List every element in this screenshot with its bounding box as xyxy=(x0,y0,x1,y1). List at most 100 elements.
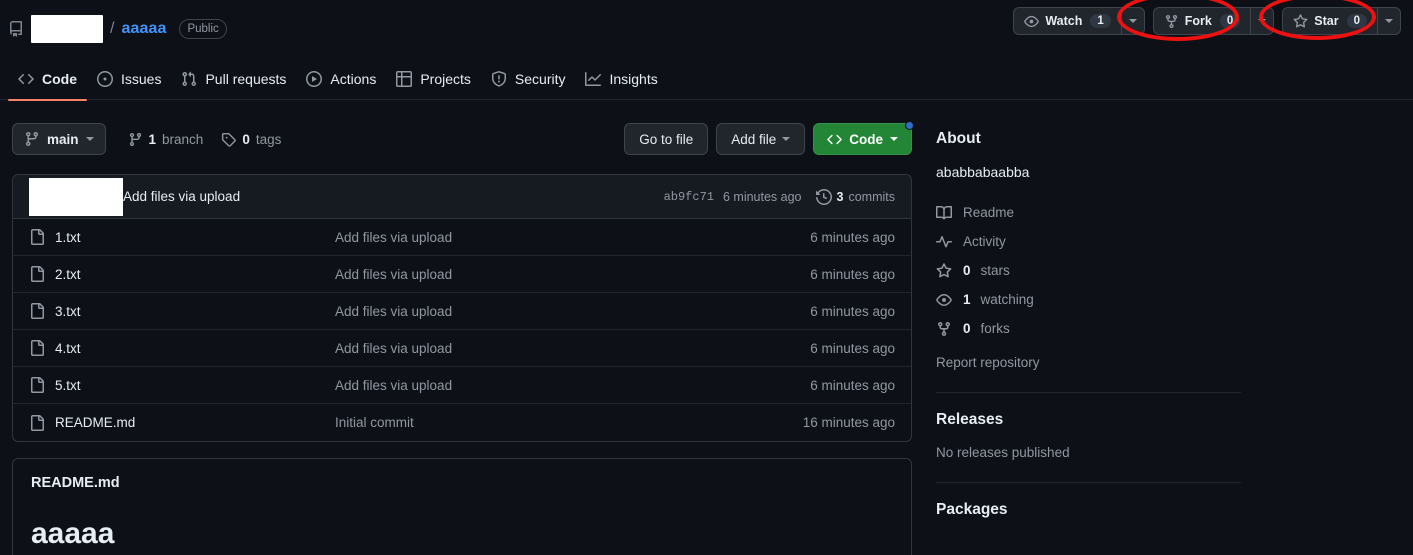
file-commit-message[interactable]: Add files via upload xyxy=(335,230,810,245)
tab-security[interactable]: Security xyxy=(481,58,576,100)
commits-count: 3 xyxy=(836,189,844,204)
repo-name-link[interactable]: aaaaa xyxy=(121,20,166,38)
tab-projects-label: Projects xyxy=(420,70,471,87)
github-repo-page: / aaaaa Public Watch 1 Fork 0 Star 0 Cod… xyxy=(0,0,1413,555)
tab-code[interactable]: Code xyxy=(8,58,87,101)
notification-dot-icon xyxy=(905,121,914,130)
file-commit-message[interactable]: Add files via upload xyxy=(335,341,810,356)
star-button[interactable]: Star 0 xyxy=(1282,7,1377,35)
git-branch-icon xyxy=(24,131,40,147)
table-row[interactable]: 3.txt Add files via upload 6 minutes ago xyxy=(13,293,911,330)
repo-header-actions: Watch 1 Fork 0 Star 0 xyxy=(1013,7,1401,35)
sidebar-item-watching[interactable]: 1 watching xyxy=(936,285,1241,314)
sidebar-item-readme[interactable]: Readme xyxy=(936,198,1241,227)
readme-panel: README.md aaaaa xyxy=(12,458,912,555)
sidebar-item-label: stars xyxy=(980,263,1010,278)
table-row[interactable]: README.md Initial commit 16 minutes ago xyxy=(13,404,911,441)
file-commit-message[interactable]: Add files via upload xyxy=(335,304,810,319)
play-icon xyxy=(306,70,323,87)
visibility-badge: Public xyxy=(179,19,227,39)
chevron-down-icon xyxy=(782,137,791,141)
readme-title: README.md xyxy=(31,475,120,491)
file-commit-message[interactable]: Add files via upload xyxy=(335,267,810,282)
latest-commit-meta: ab9fc71 6 minutes ago 3 commits xyxy=(664,188,895,205)
commits-count-link[interactable]: 3 commits xyxy=(815,188,895,205)
file-navigation-bar: main 1 branch 0 tags Go to file Add file… xyxy=(12,121,914,156)
fork-button[interactable]: Fork 0 xyxy=(1152,7,1251,35)
file-commit-message[interactable]: Add files via upload xyxy=(335,378,810,393)
repo-meta-links: 1 branch 0 tags xyxy=(128,132,281,147)
page-body: main 1 branch 0 tags Go to file Add file… xyxy=(0,100,1413,555)
tags-link[interactable]: 0 tags xyxy=(221,132,281,147)
branches-link[interactable]: 1 branch xyxy=(128,132,203,147)
watch-button[interactable]: Watch 1 xyxy=(1013,7,1121,35)
readme-heading: aaaaa xyxy=(31,517,115,550)
file-time: 6 minutes ago xyxy=(810,266,895,282)
repo-title: / aaaaa Public xyxy=(8,15,227,43)
table-row[interactable]: 4.txt Add files via upload 6 minutes ago xyxy=(13,330,911,367)
file-name[interactable]: 3.txt xyxy=(55,304,335,319)
file-commit-message[interactable]: Initial commit xyxy=(335,415,803,430)
table-row[interactable]: 2.txt Add files via upload 6 minutes ago xyxy=(13,256,911,293)
tab-security-label: Security xyxy=(514,70,566,87)
fork-label: Fork xyxy=(1184,14,1212,28)
file-table: Add files via upload ab9fc71 6 minutes a… xyxy=(12,174,912,442)
file-icon xyxy=(29,377,55,393)
sidebar-item-stars[interactable]: 0 stars xyxy=(936,256,1241,285)
sidebar-watching-count: 1 xyxy=(963,292,971,307)
tab-projects[interactable]: Projects xyxy=(386,58,481,100)
file-name[interactable]: 4.txt xyxy=(55,341,335,356)
sidebar-item-forks[interactable]: 0 forks xyxy=(936,314,1241,343)
tab-insights-label: Insights xyxy=(609,70,658,87)
branch-selector[interactable]: main xyxy=(12,123,106,155)
file-name[interactable]: 5.txt xyxy=(55,378,335,393)
file-icon xyxy=(29,303,55,319)
tab-issues[interactable]: Issues xyxy=(87,58,171,100)
report-repository-link[interactable]: Report repository xyxy=(936,355,1241,370)
fork-button-group: Fork 0 xyxy=(1152,7,1275,35)
releases-empty-text: No releases published xyxy=(936,445,1070,460)
sidebar-item-label: Readme xyxy=(963,205,1015,220)
git-pull-request-icon xyxy=(181,71,197,87)
sidebar-divider xyxy=(936,392,1241,393)
file-name[interactable]: 1.txt xyxy=(55,230,335,245)
watch-dropdown-toggle[interactable] xyxy=(1120,7,1145,35)
go-to-file-button[interactable]: Go to file xyxy=(624,123,709,155)
eye-icon xyxy=(1024,14,1040,29)
file-name[interactable]: 2.txt xyxy=(55,267,335,282)
tab-pull-requests[interactable]: Pull requests xyxy=(171,58,296,100)
repo-forked-icon xyxy=(1164,14,1179,29)
tab-actions[interactable]: Actions xyxy=(296,58,386,100)
releases-heading: Releases xyxy=(936,411,1004,428)
code-button[interactable]: Code xyxy=(813,121,914,155)
tab-issues-label: Issues xyxy=(121,70,162,87)
book-icon xyxy=(936,205,953,221)
table-row[interactable]: 5.txt Add files via upload 6 minutes ago xyxy=(13,367,911,404)
git-branch-icon xyxy=(128,132,143,147)
tab-insights[interactable]: Insights xyxy=(575,58,667,100)
tag-count-label: tags xyxy=(255,131,282,147)
chevron-down-icon xyxy=(1128,19,1137,23)
tab-pull-requests-label: Pull requests xyxy=(205,70,287,87)
tab-actions-label: Actions xyxy=(330,70,377,87)
fork-dropdown-toggle[interactable] xyxy=(1250,7,1275,35)
sidebar-item-activity[interactable]: Activity xyxy=(936,227,1241,256)
table-row[interactable]: 1.txt Add files via upload 6 minutes ago xyxy=(13,219,911,256)
tab-code-label: Code xyxy=(42,70,77,87)
file-name[interactable]: README.md xyxy=(55,415,335,430)
star-dropdown-toggle[interactable] xyxy=(1377,7,1401,35)
sidebar-item-label: forks xyxy=(980,321,1010,336)
about-description: ababbabaabba xyxy=(936,164,1030,180)
code-button-label: Code xyxy=(849,131,883,147)
repo-nav: Code Issues Pull requests Actions Projec… xyxy=(0,58,1413,101)
latest-commit-message[interactable]: Add files via upload xyxy=(123,189,240,204)
sidebar-item-label: watching xyxy=(980,292,1034,307)
star-icon xyxy=(936,262,953,279)
commit-author-redacted xyxy=(29,177,123,216)
watch-button-group: Watch 1 xyxy=(1013,7,1145,35)
commit-sha[interactable]: ab9fc71 xyxy=(664,190,714,204)
add-file-button[interactable]: Add file xyxy=(716,123,806,155)
commits-count-label: commits xyxy=(848,189,895,204)
code-icon xyxy=(827,132,843,147)
star-button-group: Star 0 xyxy=(1282,7,1401,35)
